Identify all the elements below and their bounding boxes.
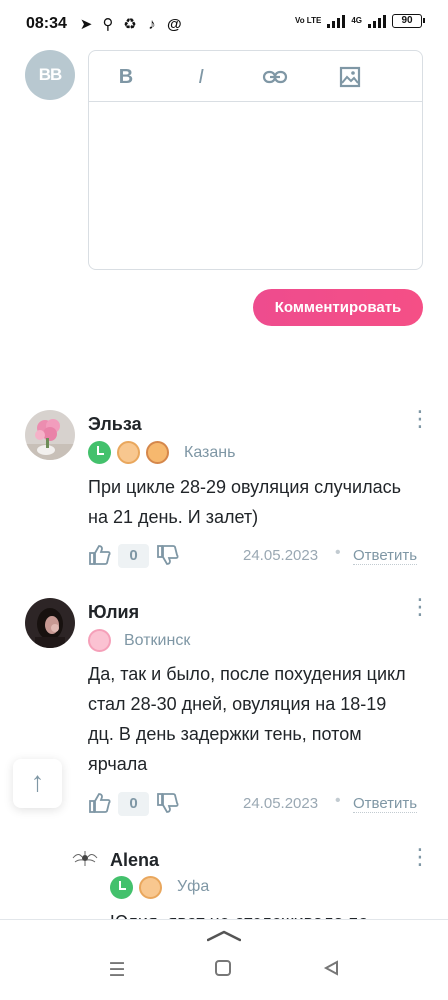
expand-handle-icon[interactable]: [207, 928, 241, 942]
user-photo-avatar-image: [25, 598, 75, 648]
comment-item: Юлия ⋮ Воткинск Да, так и было, после по…: [0, 596, 448, 823]
comment-author[interactable]: Эльза: [88, 414, 142, 435]
comment-text: Да, так и было, после похудения цикл ста…: [88, 664, 406, 774]
avatar[interactable]: [25, 410, 75, 460]
user-badges: [88, 441, 169, 464]
comment-actions: 0 24.05.2023 • Ответить: [88, 543, 423, 573]
telegram-icon: ➤: [79, 16, 93, 33]
android-navigation-bar: ☰: [0, 954, 448, 1000]
flower-avatar-image: [25, 410, 75, 460]
reply-link[interactable]: Ответить: [353, 795, 418, 813]
comment-city: Казань: [184, 444, 236, 461]
decorative-avatar-icon[interactable]: [72, 848, 98, 868]
dislike-icon[interactable]: [156, 543, 180, 567]
more-options-icon[interactable]: ⋮: [409, 596, 431, 618]
at-icon: @: [167, 15, 182, 33]
system-icons: Vo LTE 4G 90: [294, 14, 425, 28]
like-count: 0: [118, 544, 149, 568]
notification-icons: ➤ ⚲ ♻ ♪ @: [79, 15, 182, 34]
comment-city: Уфа: [177, 878, 210, 895]
comment-actions: 0 24.05.2023 • Ответить: [88, 791, 423, 821]
volte-icon: Vo LTE: [294, 16, 322, 25]
comment-editor: B I: [88, 50, 423, 270]
heart-badge-icon: [88, 629, 111, 652]
comment-textarea[interactable]: [89, 102, 421, 268]
image-button[interactable]: [337, 64, 363, 90]
girl-badge-icon: [146, 441, 169, 464]
comment-author[interactable]: Alena: [110, 850, 159, 871]
reply-link[interactable]: Ответить: [353, 547, 418, 565]
more-options-icon[interactable]: ⋮: [409, 408, 431, 430]
tiktok-icon: ♪: [148, 15, 156, 33]
signal-2-icon: [368, 14, 386, 28]
home-icon[interactable]: [209, 959, 237, 983]
italic-button[interactable]: I: [188, 64, 214, 90]
current-user-avatar: BB: [25, 50, 75, 100]
status-bar: 08:34 ➤ ⚲ ♻ ♪ @ Vo LTE 4G 90: [0, 0, 448, 48]
recycle-icon: ♻: [123, 16, 137, 33]
bold-button[interactable]: B: [113, 64, 139, 90]
link-button[interactable]: [262, 64, 288, 90]
boy-badge-icon: [139, 876, 162, 899]
status-time: 08:34: [26, 15, 67, 32]
comment-date: 24.05.2023: [243, 547, 319, 564]
comment-date: 24.05.2023: [243, 795, 319, 812]
cycle-badge-icon: [88, 441, 111, 464]
comment-author[interactable]: Юлия: [88, 602, 139, 623]
like-count: 0: [118, 792, 149, 816]
back-icon[interactable]: [317, 959, 345, 983]
comment-text: При цикле 28-29 овуляция случилась на 21…: [88, 477, 401, 527]
editor-toolbar: B I: [89, 51, 422, 102]
signal-icon: [327, 14, 346, 28]
dislike-icon[interactable]: [156, 791, 180, 815]
link-icon: [262, 70, 288, 84]
battery-icon: 90: [392, 14, 425, 28]
like-icon[interactable]: [88, 543, 112, 567]
avatar[interactable]: [25, 598, 75, 648]
more-options-icon[interactable]: ⋮: [409, 848, 431, 868]
image-icon: [339, 66, 361, 88]
like-icon[interactable]: [88, 791, 112, 815]
comment-city: Воткинск: [124, 632, 191, 649]
submit-comment-button[interactable]: Комментировать: [253, 289, 423, 326]
separator-dot: •: [335, 792, 341, 809]
search-icon: ⚲: [102, 16, 114, 33]
comment-item: Эльза ⋮ Казань При цикле 28-29 овуляция …: [0, 408, 448, 580]
user-badges: [110, 876, 162, 899]
scroll-to-top-button[interactable]: ↑: [13, 759, 62, 808]
boy-badge-icon: [117, 441, 140, 464]
recent-apps-icon[interactable]: ☰: [103, 959, 131, 982]
cycle-badge-icon: [110, 876, 133, 899]
network-icon: 4G: [351, 16, 362, 25]
separator-dot: •: [335, 544, 341, 561]
user-badges: [88, 629, 111, 652]
reply-comment-item: Alena ⋮ Уфа Юлия, явот не отслеживала по: [0, 848, 448, 920]
